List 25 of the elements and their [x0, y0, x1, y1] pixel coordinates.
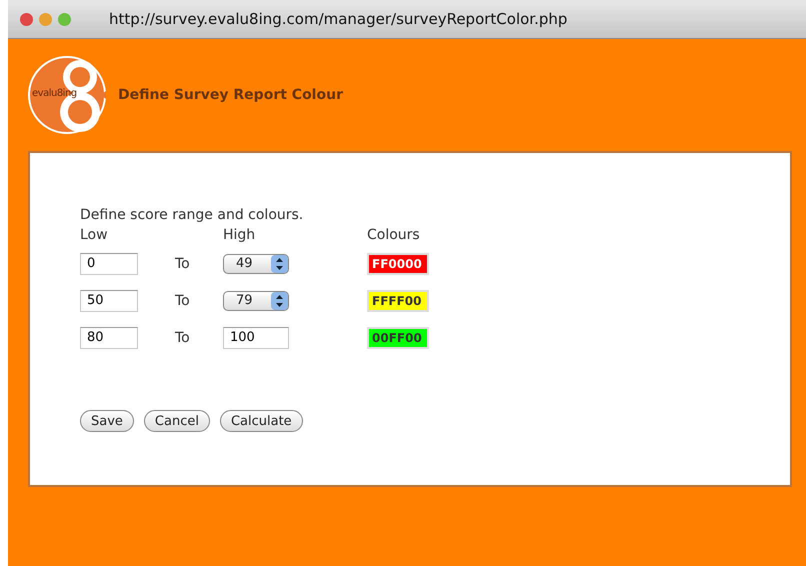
low-input[interactable]: 80 — [80, 326, 138, 348]
low-input[interactable]: 0 — [80, 252, 138, 274]
colour-field[interactable]: FF0000 — [367, 252, 429, 274]
high-input[interactable]: 100 — [223, 326, 289, 348]
close-button[interactable] — [20, 12, 33, 26]
to-label: To — [175, 292, 190, 308]
form-button[interactable]: Calculate — [220, 410, 303, 432]
column-header: Colours — [367, 227, 420, 243]
to-label: To — [175, 330, 190, 346]
column-header: Low — [80, 227, 108, 243]
column-header: High — [223, 227, 256, 243]
form-button[interactable]: Save — [80, 410, 134, 432]
stepper-icon — [271, 292, 288, 310]
minimize-button[interactable] — [39, 12, 52, 26]
form-button[interactable]: Cancel — [144, 410, 210, 432]
instruction-text: Define score range and colours. — [80, 207, 304, 223]
zoom-button[interactable] — [58, 12, 71, 26]
stepper-icon — [271, 254, 288, 272]
page-title: Define Survey Report Colour — [118, 87, 343, 103]
colour-field[interactable]: FFFF00 — [367, 290, 429, 312]
to-label: To — [175, 256, 190, 272]
low-input[interactable]: 50 — [80, 290, 138, 312]
high-select[interactable]: 49 — [223, 254, 289, 274]
colour-field[interactable]: 00FF00 — [367, 326, 429, 348]
high-select[interactable]: 79 — [223, 290, 289, 310]
